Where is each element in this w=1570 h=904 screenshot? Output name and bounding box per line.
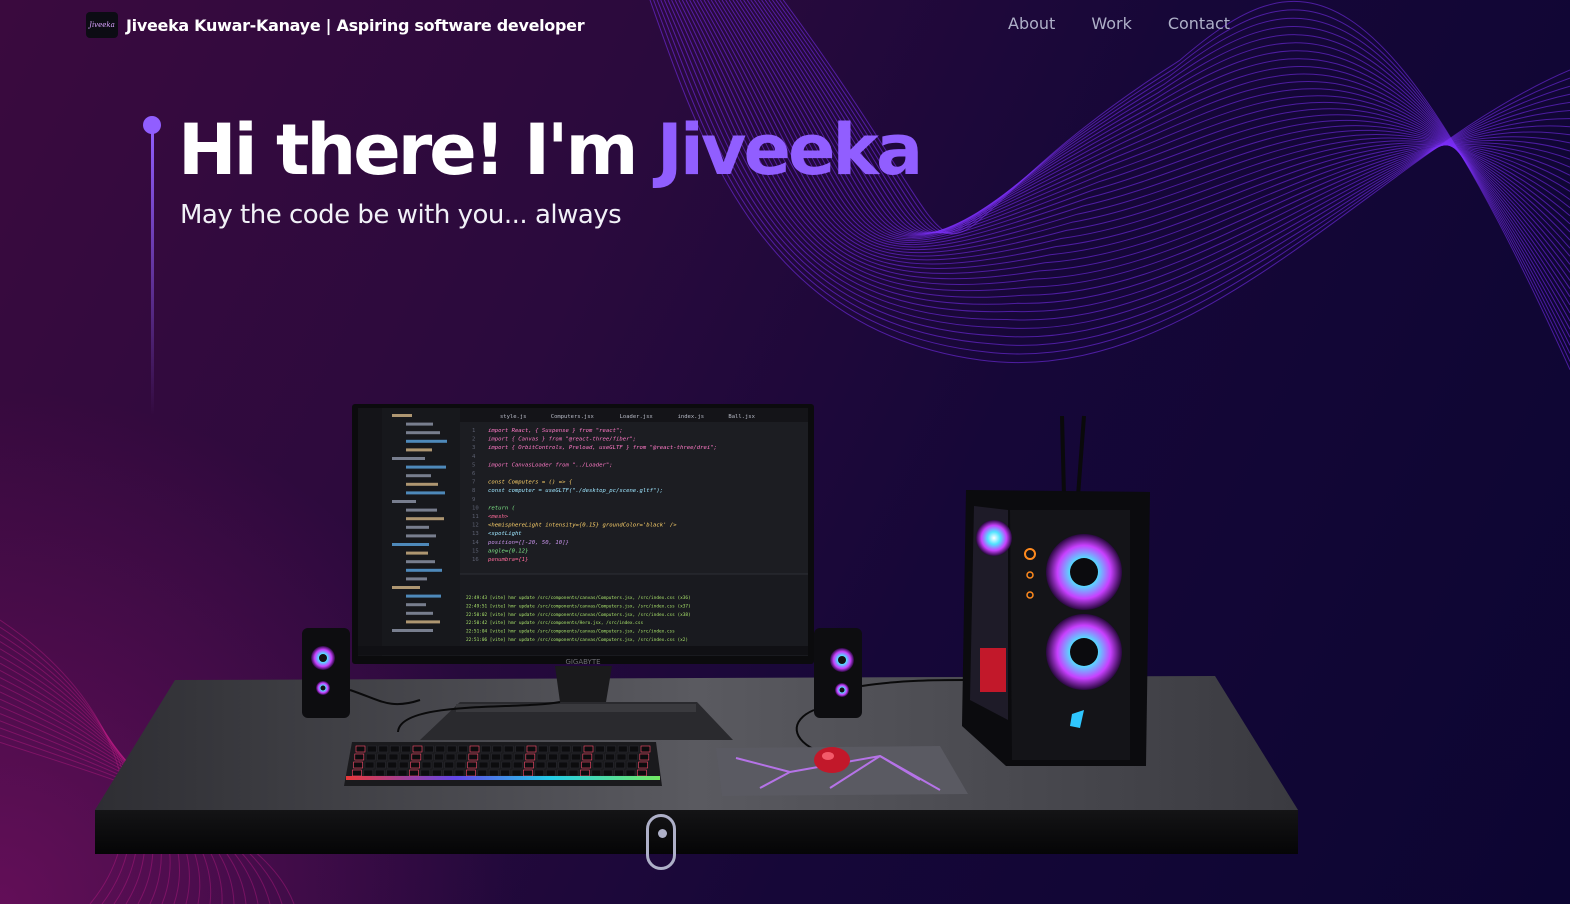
code-line: <hemisphereLight intensity={0.15} ground… <box>488 523 677 529</box>
hero-accent-line <box>143 116 163 416</box>
brand-tagline: Aspiring software developer <box>336 15 585 35</box>
code-line-number: 7 <box>472 480 475 486</box>
editor-tab: Ball.jsx <box>728 414 755 420</box>
terminal-line: 22:50:02 [vite] hmr update /src/componen… <box>466 612 691 618</box>
editor-tab: Computers.jsx <box>551 414 595 420</box>
code-line: <mesh> <box>488 514 509 520</box>
code-line: import React, { Suspense } from "react"; <box>488 428 623 434</box>
code-line-number: 15 <box>472 548 479 554</box>
logo[interactable]: Jiveeka <box>86 12 118 38</box>
brand-title: Jiveeka Kuwar-Kanaye | Aspiring software… <box>126 15 585 35</box>
brand-separator: | <box>325 15 332 35</box>
brand-link[interactable]: Jiveeka Jiveeka Kuwar-Kanaye | Aspiring … <box>86 12 585 38</box>
code-line-number: 5 <box>472 462 475 468</box>
code-line-number: 2 <box>472 437 475 443</box>
desktop-3d-scene[interactable]: style.js Computers.jsx Loader.jsx index.js B… <box>0 380 1570 904</box>
terminal-line: 22:51:06 [vite] hmr update /src/componen… <box>466 637 688 643</box>
code-line: import CanvasLoader from "../Loader"; <box>488 462 613 468</box>
mouse-scroll-icon[interactable] <box>646 814 676 870</box>
code-line: import { OrbitControls, Preload, useGLTF… <box>488 445 717 451</box>
code-line: return ( <box>488 505 515 511</box>
terminal-line: 22:49:51 [vite] hmr update /src/componen… <box>466 603 691 609</box>
hero-title: Hi there! I'm Jiveeka <box>178 108 923 192</box>
code-line-number: 10 <box>472 505 479 511</box>
nav-links: About Work Contact <box>1008 14 1230 33</box>
keyboard <box>344 742 662 786</box>
code-line: import { Canvas } from "@react-three/fib… <box>488 437 636 443</box>
code-line: <spotLight <box>488 531 522 537</box>
editor-tab: Loader.jsx <box>620 414 654 420</box>
terminal-line: 22:50:42 [vite] hmr update /src/componen… <box>466 620 643 626</box>
nav-link-contact[interactable]: Contact <box>1168 14 1230 33</box>
code-line-number: 9 <box>472 497 475 503</box>
code-line-number: 3 <box>472 445 475 451</box>
code-line: angle={0.12} <box>488 548 528 554</box>
code-line: const Computers = () => { <box>488 480 573 486</box>
editor-tab: index.js <box>678 414 705 420</box>
hero-accent-bar <box>151 128 154 416</box>
hero-name: Jiveeka <box>656 109 923 191</box>
speaker-left <box>302 628 350 718</box>
code-line: const computer = useGLTF("./desktop_pc/s… <box>488 488 663 494</box>
terminal-line: 22:49:43 [vite] hmr update /src/componen… <box>466 595 691 601</box>
hero-subtitle: May the code be with you... always <box>180 200 622 230</box>
mouse <box>814 747 850 773</box>
nav-link-work[interactable]: Work <box>1091 14 1132 33</box>
brand-name: Jiveeka Kuwar-Kanaye <box>126 15 321 35</box>
scroll-dot <box>658 829 667 838</box>
code-line-number: 16 <box>472 557 479 563</box>
pc-tower <box>962 415 1150 766</box>
code-line: position={[-20, 50, 10]} <box>488 540 569 546</box>
code-line-number: 13 <box>472 531 479 537</box>
speaker-right <box>814 628 862 718</box>
code-line-number: 6 <box>472 471 475 477</box>
navbar: Jiveeka Jiveeka Kuwar-Kanaye | Aspiring … <box>0 0 1570 50</box>
code-line: penumbra={1} <box>488 557 528 563</box>
nav-link-about[interactable]: About <box>1008 14 1055 33</box>
hero-greeting: Hi there! I'm <box>178 109 657 191</box>
editor-tab: style.js <box>500 414 527 420</box>
code-line-number: 1 <box>472 428 475 434</box>
monitor-brand: GIGABYTE <box>565 658 600 666</box>
code-line-number: 14 <box>472 540 479 546</box>
terminal-line: 22:51:04 [vite] hmr update /src/componen… <box>466 629 675 635</box>
code-line-number: 11 <box>472 514 479 520</box>
code-line-number: 12 <box>472 523 479 529</box>
